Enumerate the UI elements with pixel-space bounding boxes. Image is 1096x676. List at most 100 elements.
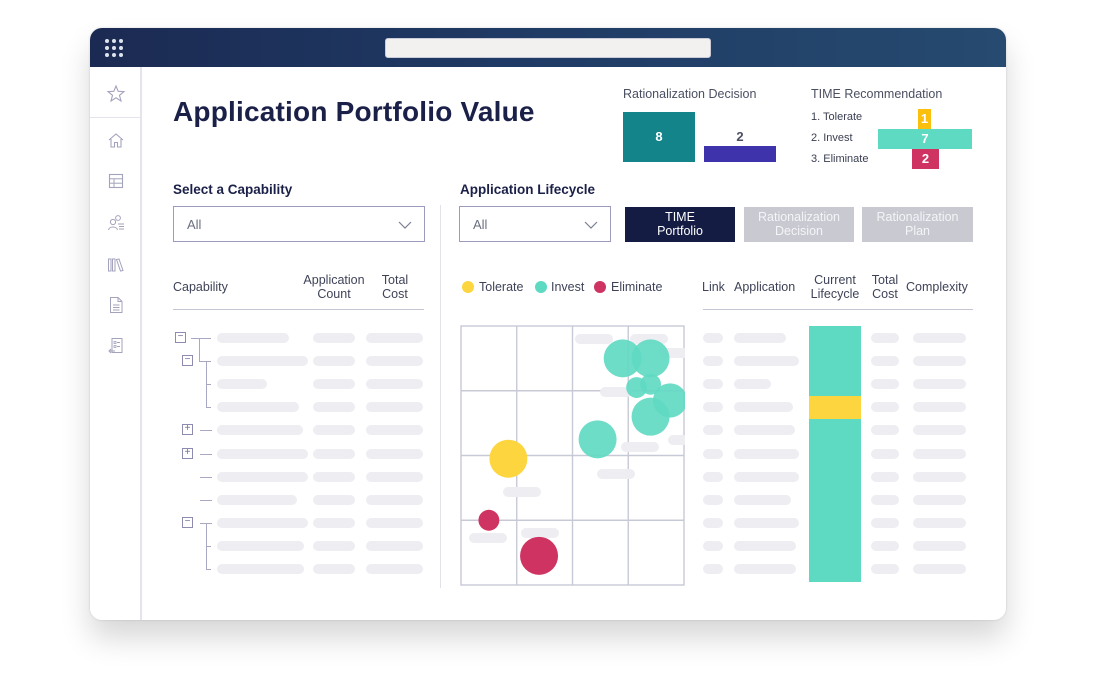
- chevron-down-icon: [584, 221, 598, 229]
- application-row-link-placeholder[interactable]: [703, 379, 723, 389]
- bubble-eliminate[interactable]: [478, 509, 500, 531]
- lifecycle-select[interactable]: All: [459, 206, 611, 242]
- capability-row-name-placeholder: [217, 356, 308, 366]
- application-row-link-placeholder[interactable]: [703, 425, 723, 435]
- app-window: Application Portfolio Value Rationalizat…: [90, 28, 1006, 620]
- application-row-link-placeholder[interactable]: [703, 402, 723, 412]
- application-row-complexity-placeholder: [913, 564, 966, 574]
- tree-toggle-button[interactable]: −: [182, 517, 193, 528]
- bubble-invest[interactable]: [578, 420, 617, 459]
- tree-toggle-button[interactable]: −: [182, 355, 193, 366]
- tree-connector: [206, 546, 211, 547]
- lifecycle-section-label: Application Lifecycle: [460, 182, 596, 197]
- capability-header-divider: [173, 309, 424, 310]
- rationalization-decision-value-keep: 8: [655, 129, 663, 144]
- legend-dot-tolerate: [462, 281, 474, 293]
- time-bar-tolerate[interactable]: 1: [918, 109, 931, 129]
- application-row-cost-placeholder: [871, 379, 899, 389]
- table-icon[interactable]: [106, 171, 126, 191]
- application-row-name-placeholder: [734, 333, 786, 343]
- capability-row-count-placeholder: [313, 402, 355, 412]
- column-header-application: Application: [734, 280, 796, 294]
- tree-connector: [199, 338, 200, 362]
- bubble-invest[interactable]: [631, 339, 670, 378]
- capability-select[interactable]: All: [173, 206, 425, 242]
- column-header-link: Link: [702, 280, 725, 294]
- capability-row-cost-placeholder: [366, 495, 423, 505]
- capability-row-cost-placeholder: [366, 564, 423, 574]
- column-header-capability: Capability: [173, 280, 228, 294]
- capability-row-count-placeholder: [313, 333, 355, 343]
- capability-row-count-placeholder: [313, 564, 355, 574]
- tab-rationalization-decision[interactable]: Rationalization Decision: [744, 207, 854, 242]
- bubble-invest[interactable]: [631, 397, 670, 436]
- home-icon[interactable]: [106, 131, 126, 151]
- time-portfolio-bubble-chart[interactable]: [460, 325, 685, 586]
- application-row-link-placeholder[interactable]: [703, 356, 723, 366]
- application-row-link-placeholder[interactable]: [703, 564, 723, 574]
- application-row-name-placeholder: [734, 472, 799, 482]
- capability-row-cost-placeholder: [366, 356, 423, 366]
- library-icon[interactable]: [106, 255, 126, 275]
- title-bar: [90, 28, 1006, 67]
- star-icon[interactable]: [106, 84, 126, 104]
- capability-row-count-placeholder: [313, 495, 355, 505]
- capability-row-count-placeholder: [313, 518, 355, 528]
- application-row-name-placeholder: [734, 564, 796, 574]
- legend-dot-invest: [535, 281, 547, 293]
- capability-row-cost-placeholder: [366, 425, 423, 435]
- application-row-cost-placeholder: [871, 518, 899, 528]
- lifecycle-cell-tolerate: [809, 395, 861, 420]
- application-row-link-placeholder[interactable]: [703, 472, 723, 482]
- lifecycle-cell-invest: [809, 442, 861, 467]
- tree-connector: [199, 361, 211, 362]
- application-row-link-placeholder[interactable]: [703, 333, 723, 343]
- rationalization-decision-bar-retire[interactable]: [704, 146, 776, 162]
- checklist-icon[interactable]: [106, 336, 126, 356]
- time-recommendation-label: TIME Recommendation: [811, 87, 943, 101]
- application-row-name-placeholder: [734, 449, 799, 459]
- application-row-cost-placeholder: [871, 425, 899, 435]
- application-row-complexity-placeholder: [913, 425, 966, 435]
- rationalization-decision-label: Rationalization Decision: [623, 87, 757, 101]
- tree-connector: [200, 477, 212, 478]
- url-bar[interactable]: [385, 38, 711, 58]
- capability-row-name-placeholder: [217, 402, 299, 412]
- bubble-label-placeholder: [621, 442, 659, 452]
- time-bar-invest[interactable]: 7: [878, 129, 972, 149]
- capability-row-cost-placeholder: [366, 449, 423, 459]
- application-row-link-placeholder[interactable]: [703, 518, 723, 528]
- users-list-icon[interactable]: [106, 213, 126, 233]
- tab-time-portfolio[interactable]: TIME Portfolio: [625, 207, 735, 242]
- application-row-link-placeholder[interactable]: [703, 449, 723, 459]
- tab-rationalization-plan[interactable]: Rationalization Plan: [862, 207, 973, 242]
- legend-label-invest: Invest: [551, 280, 585, 294]
- application-row-cost-placeholder: [871, 541, 899, 551]
- time-bar-eliminate[interactable]: 2: [912, 149, 939, 169]
- capability-row-name-placeholder: [217, 449, 308, 459]
- application-row-link-placeholder[interactable]: [703, 495, 723, 505]
- section-divider: [440, 205, 441, 588]
- tree-toggle-button[interactable]: +: [182, 424, 193, 435]
- app-grid-icon[interactable]: [105, 39, 125, 57]
- tree-connector: [206, 407, 211, 408]
- application-row-complexity-placeholder: [913, 541, 966, 551]
- application-row-name-placeholder: [734, 495, 791, 505]
- application-row-complexity-placeholder: [913, 333, 966, 343]
- tree-connector: [200, 430, 212, 431]
- application-row-link-placeholder[interactable]: [703, 541, 723, 551]
- bubble-label-placeholder: [469, 533, 507, 543]
- bubble-tolerate[interactable]: [489, 439, 528, 478]
- capability-row-cost-placeholder: [366, 402, 423, 412]
- lifecycle-cell-invest: [809, 349, 861, 374]
- tree-toggle-button[interactable]: −: [175, 332, 186, 343]
- capability-row-name-placeholder: [217, 495, 297, 505]
- capability-row-count-placeholder: [313, 356, 355, 366]
- document-icon[interactable]: [106, 295, 126, 315]
- bubble-eliminate[interactable]: [520, 536, 559, 575]
- application-row-complexity-placeholder: [913, 379, 966, 389]
- capability-row-count-placeholder: [313, 425, 355, 435]
- tree-connector: [206, 384, 211, 385]
- application-row-complexity-placeholder: [913, 402, 966, 412]
- tree-toggle-button[interactable]: +: [182, 448, 193, 459]
